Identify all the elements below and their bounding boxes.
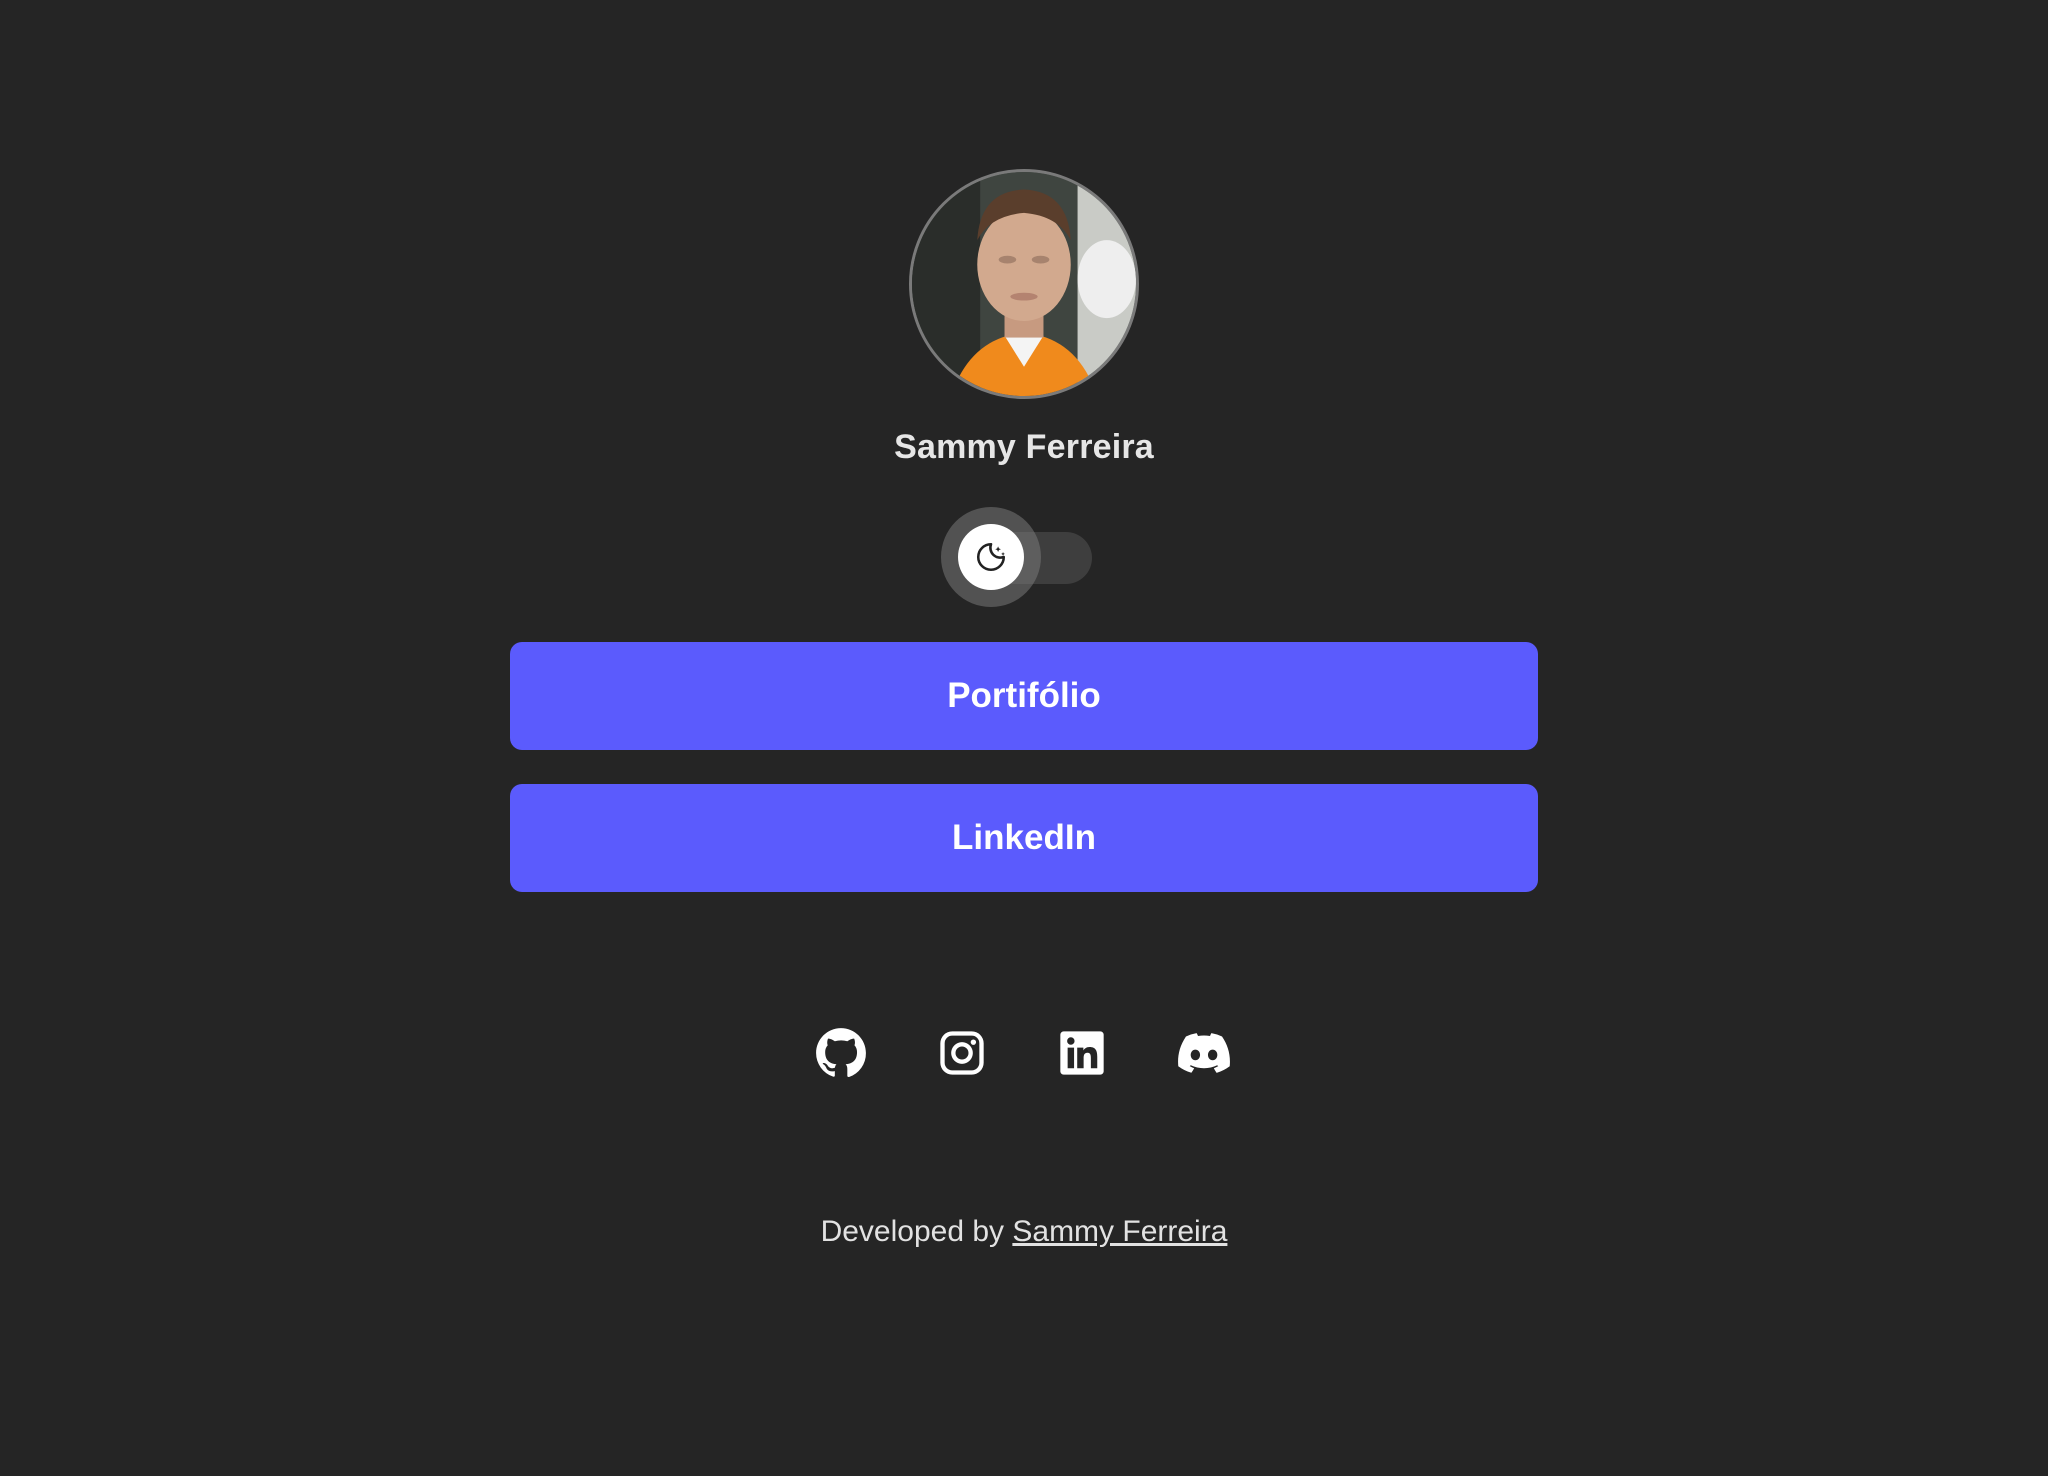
avatar bbox=[909, 169, 1139, 399]
instagram-link[interactable] bbox=[935, 1026, 989, 1080]
footer-author-link[interactable]: Sammy Ferreira bbox=[1012, 1215, 1227, 1248]
portfolio-button[interactable]: Portifólio bbox=[510, 642, 1538, 750]
instagram-icon bbox=[940, 1031, 984, 1075]
theme-toggle-knob[interactable] bbox=[958, 524, 1024, 590]
moon-icon bbox=[976, 542, 1006, 572]
linkedin-button[interactable]: LinkedIn bbox=[510, 784, 1538, 892]
footer-prefix: Developed by bbox=[820, 1215, 1013, 1248]
github-link[interactable] bbox=[814, 1026, 868, 1080]
discord-link[interactable] bbox=[1177, 1026, 1231, 1080]
discord-icon bbox=[1178, 1033, 1230, 1073]
profile-name: Sammy Ferreira bbox=[894, 428, 1154, 466]
linkedin-icon bbox=[1060, 1031, 1104, 1075]
linkedin-link[interactable] bbox=[1055, 1026, 1109, 1080]
link-tree-page: Sammy Ferreira Portifólio LinkedIn Devel… bbox=[0, 0, 2048, 1476]
github-icon bbox=[816, 1028, 866, 1078]
footer: Developed by Sammy Ferreira bbox=[0, 1215, 2048, 1249]
